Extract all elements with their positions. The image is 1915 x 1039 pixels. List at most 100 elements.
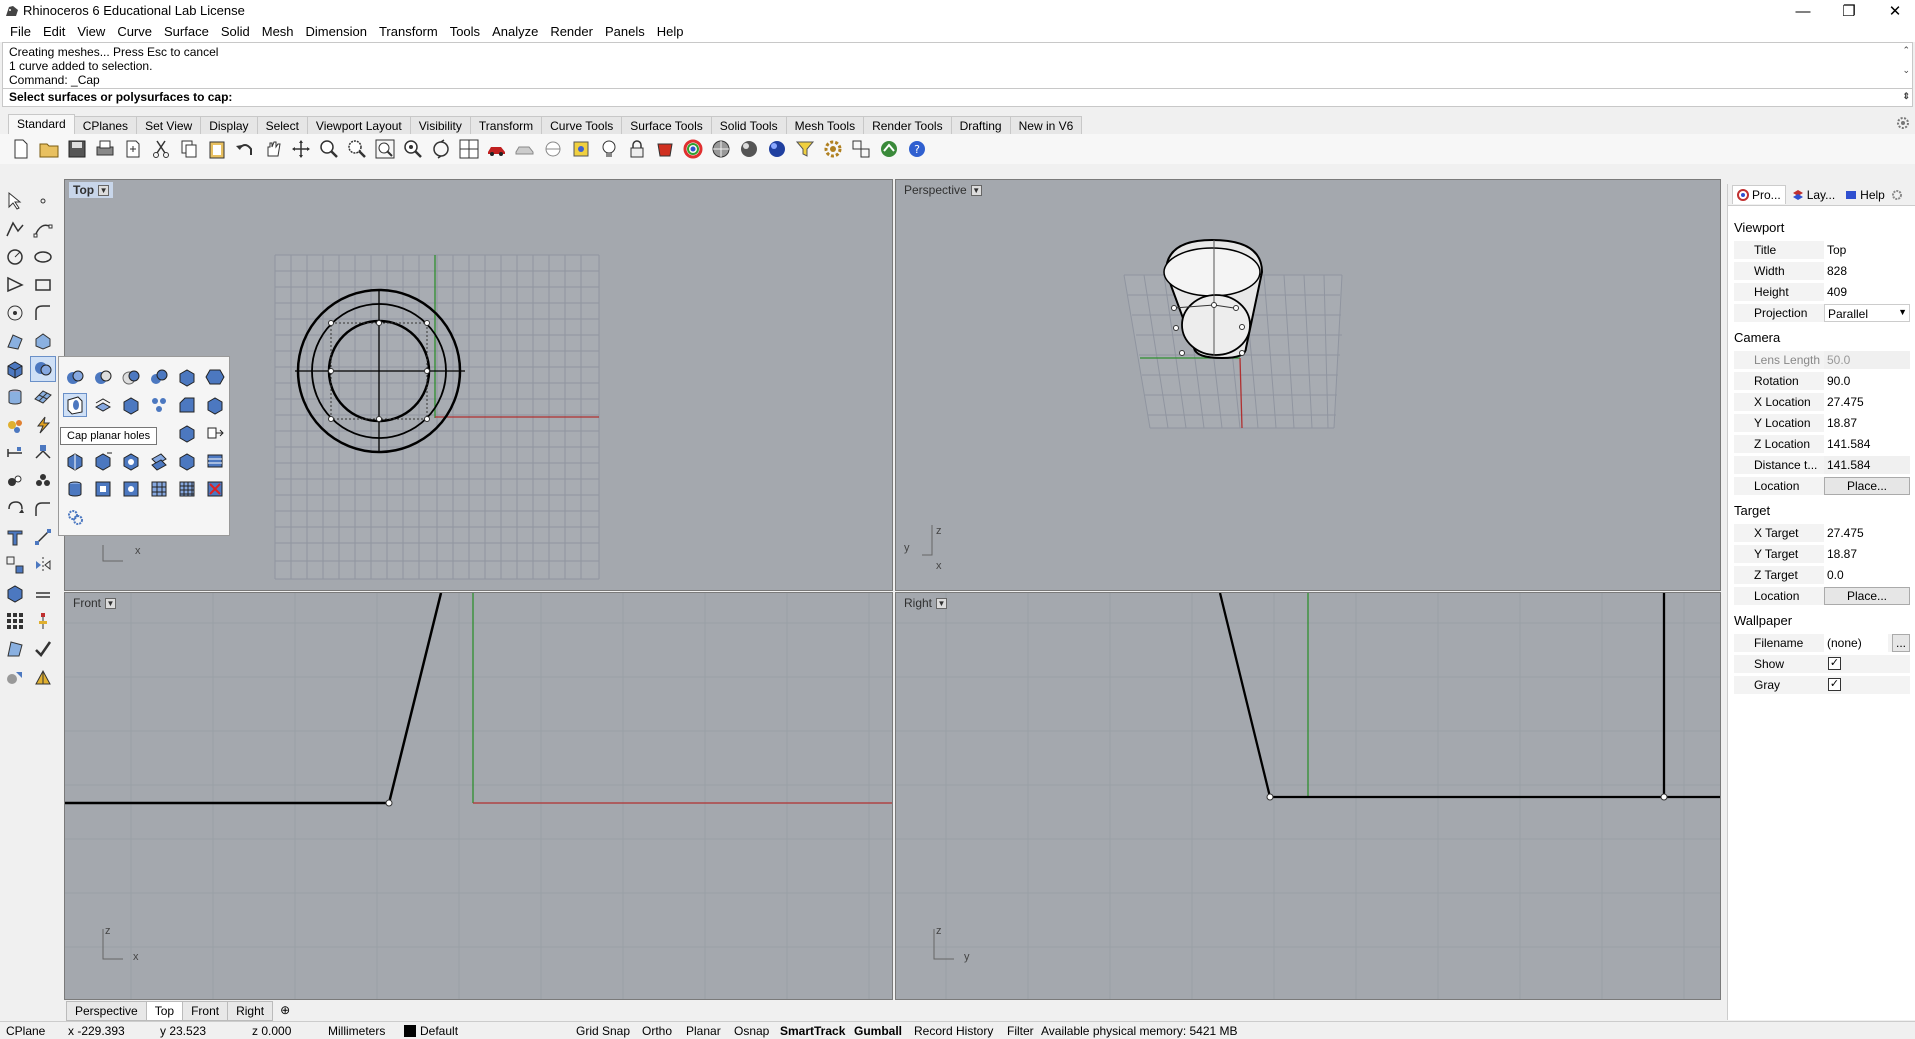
- block-icon[interactable]: [30, 468, 56, 494]
- menu-tools[interactable]: Tools: [444, 22, 486, 42]
- projection-select[interactable]: Parallel ▼: [1824, 304, 1910, 322]
- viewport-menu-arrow-icon[interactable]: ▼: [970, 184, 982, 196]
- status-cplane[interactable]: CPlane: [6, 1024, 45, 1038]
- trim-icon[interactable]: [2, 524, 28, 550]
- tab-viewport-layout[interactable]: Viewport Layout: [306, 116, 411, 135]
- viewport-tab-perspective[interactable]: Perspective: [66, 1001, 147, 1021]
- minimize-button[interactable]: —: [1780, 0, 1826, 22]
- status-planar[interactable]: Planar: [686, 1024, 721, 1038]
- fillet-curves-icon[interactable]: [30, 300, 56, 326]
- width-field[interactable]: 828: [1824, 262, 1910, 280]
- solid-tools-icon[interactable]: [30, 356, 56, 382]
- menu-help[interactable]: Help: [651, 22, 690, 42]
- pan-icon[interactable]: [260, 136, 286, 162]
- panel-gear-icon[interactable]: [1891, 189, 1903, 201]
- menu-mesh[interactable]: Mesh: [256, 22, 300, 42]
- make-hole-icon[interactable]: [203, 449, 227, 473]
- viewport-menu-arrow-icon[interactable]: ▼: [105, 597, 117, 609]
- boolean-intersection-icon[interactable]: [119, 365, 143, 389]
- panel-tab-help[interactable]: Help: [1841, 186, 1889, 204]
- rotate-face-icon[interactable]: [147, 449, 171, 473]
- copy-icon[interactable]: [176, 136, 202, 162]
- move-face-icon[interactable]: [203, 421, 227, 445]
- solid-cube-icon[interactable]: [175, 365, 199, 389]
- grid-array-icon[interactable]: [2, 608, 28, 634]
- paste-icon[interactable]: [204, 136, 230, 162]
- menu-analyze[interactable]: Analyze: [486, 22, 544, 42]
- undo-icon[interactable]: [232, 136, 258, 162]
- curve-icon[interactable]: [30, 216, 56, 242]
- fillet-edge-icon[interactable]: [147, 393, 171, 417]
- viewport-right-label[interactable]: Right ▼: [900, 595, 951, 611]
- chamfer-edge-icon[interactable]: [175, 393, 199, 417]
- extract-surface-icon[interactable]: [91, 393, 115, 417]
- boolean-split-icon[interactable]: [147, 365, 171, 389]
- material-icon[interactable]: [652, 136, 678, 162]
- history-scrollbar[interactable]: ⌃ ⌄: [1902, 45, 1910, 75]
- status-gumball[interactable]: Gumball: [854, 1024, 902, 1038]
- zoom-icon[interactable]: [316, 136, 342, 162]
- grasshopper-icon[interactable]: [876, 136, 902, 162]
- tab-mesh-tools[interactable]: Mesh Tools: [785, 116, 865, 135]
- distance-field[interactable]: 141.584: [1824, 456, 1910, 474]
- y-target-field[interactable]: 18.87: [1824, 545, 1910, 563]
- zoom-rotate-icon[interactable]: [428, 136, 454, 162]
- height-field[interactable]: 409: [1824, 283, 1910, 301]
- solid-box-icon[interactable]: [2, 356, 28, 382]
- tab-surface-tools[interactable]: Surface Tools: [621, 116, 712, 135]
- transform-icon[interactable]: [2, 440, 28, 466]
- status-grid-snap[interactable]: Grid Snap: [576, 1024, 630, 1038]
- show-checkbox[interactable]: ✓: [1828, 657, 1841, 670]
- viewport-tab-right[interactable]: Right: [227, 1001, 274, 1021]
- panel-tab-layers[interactable]: Lay...: [1788, 186, 1839, 204]
- boolean-icon[interactable]: [2, 580, 28, 606]
- tab-transform[interactable]: Transform: [469, 116, 543, 135]
- menu-render[interactable]: Render: [544, 22, 599, 42]
- browse-filename-button[interactable]: ...: [1892, 634, 1910, 652]
- shell-icon[interactable]: [203, 393, 227, 417]
- cplane-icon[interactable]: [540, 136, 566, 162]
- lock-icon[interactable]: [624, 136, 650, 162]
- group-icon[interactable]: [2, 468, 28, 494]
- polyline-icon[interactable]: [2, 216, 28, 242]
- extrude-icon[interactable]: [30, 328, 56, 354]
- viewport-menu-arrow-icon[interactable]: ▼: [936, 597, 948, 609]
- tab-visibility[interactable]: Visibility: [409, 116, 471, 135]
- viewport-front-label[interactable]: Front ▼: [69, 595, 120, 611]
- target-place-button[interactable]: Place...: [1824, 587, 1910, 605]
- split-icon[interactable]: [30, 524, 56, 550]
- move-hole-icon[interactable]: [119, 449, 143, 473]
- menu-transform[interactable]: Transform: [373, 22, 444, 42]
- new-icon[interactable]: [8, 136, 34, 162]
- status-units[interactable]: Millimeters: [328, 1024, 385, 1038]
- status-smarttrack[interactable]: SmartTrack: [780, 1024, 845, 1038]
- close-button[interactable]: ✕: [1872, 0, 1915, 22]
- rotate-icon[interactable]: [2, 496, 28, 522]
- restore-button[interactable]: ❐: [1826, 0, 1872, 22]
- viewport-tab-top[interactable]: Top: [145, 1001, 184, 1021]
- select-arrow-icon[interactable]: [2, 188, 28, 214]
- annotation-icon[interactable]: [30, 440, 56, 466]
- filter-icon[interactable]: [792, 136, 818, 162]
- tab-set-view[interactable]: Set View: [136, 116, 202, 135]
- four-viewports-icon[interactable]: [456, 136, 482, 162]
- open-icon[interactable]: [36, 136, 62, 162]
- flyout-gear-icon[interactable]: [63, 505, 87, 529]
- color-wheel-icon[interactable]: [680, 136, 706, 162]
- viewport-top-label[interactable]: Top ▼: [69, 182, 114, 198]
- move-edge-icon[interactable]: [91, 449, 115, 473]
- prompt-scroll[interactable]: ⇕: [1902, 91, 1910, 101]
- tab-drafting[interactable]: Drafting: [950, 116, 1011, 135]
- arc-icon[interactable]: [2, 272, 28, 298]
- y-location-field[interactable]: 18.87: [1824, 414, 1910, 432]
- status-record-history[interactable]: Record History: [914, 1024, 993, 1038]
- analyze-icon[interactable]: [2, 636, 28, 662]
- rectangle-icon[interactable]: [30, 272, 56, 298]
- grid-hole-icon[interactable]: [175, 477, 199, 501]
- menu-view[interactable]: View: [71, 22, 111, 42]
- mesh-icon[interactable]: [30, 384, 56, 410]
- extrude-face-icon[interactable]: [175, 421, 199, 445]
- command-prompt[interactable]: Select surfaces or polysurfaces to cap: …: [2, 89, 1913, 107]
- render-sphere-icon[interactable]: [736, 136, 762, 162]
- render-preview-icon[interactable]: [708, 136, 734, 162]
